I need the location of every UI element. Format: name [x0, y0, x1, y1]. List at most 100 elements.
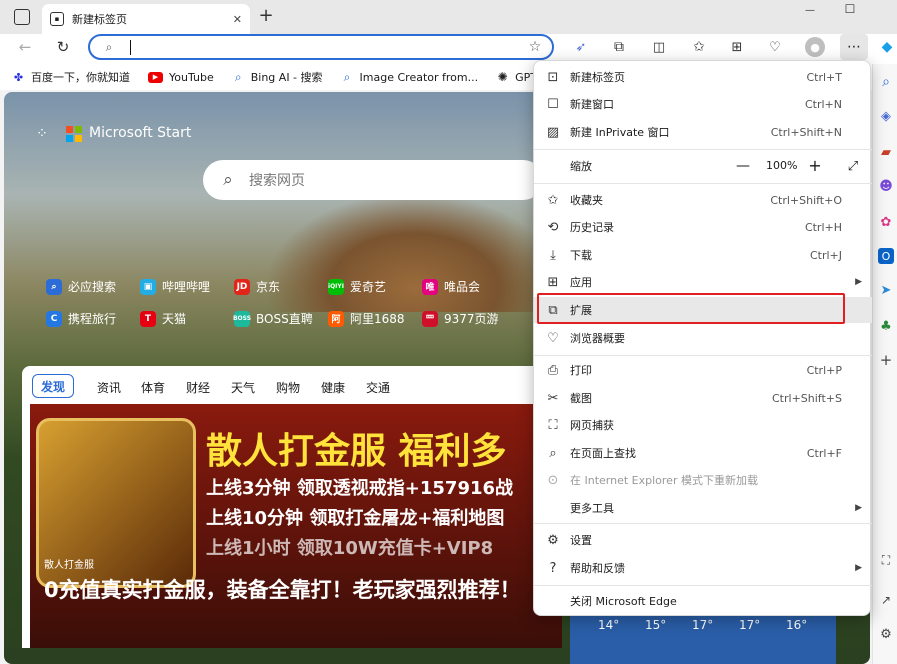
- feed-tab[interactable]: 购物: [276, 379, 300, 396]
- new-tab-button[interactable]: +: [256, 6, 276, 26]
- favorite-star-icon[interactable]: ☆: [526, 38, 544, 56]
- app-launcher-icon[interactable]: ⁘: [34, 126, 50, 142]
- favorite-item[interactable]: ⌕ Image Creator from...: [341, 70, 478, 84]
- bilibili-icon: ▣: [140, 278, 156, 295]
- menu-divider: [534, 149, 872, 150]
- feed-tab[interactable]: 交通: [366, 379, 390, 396]
- new-window-icon: ☐: [547, 96, 559, 112]
- weather-temp: 16°: [786, 618, 808, 632]
- search-icon[interactable]: ⌕: [878, 74, 894, 90]
- add-icon[interactable]: +: [878, 352, 894, 368]
- menu-item-inprivate[interactable]: ▨ 新建 InPrivate 窗口 Ctrl+Shift+N: [534, 119, 872, 145]
- search-icon: ⌕: [105, 40, 113, 54]
- menu-item-favorites[interactable]: ✩ 收藏夹 Ctrl+Shift+O: [534, 187, 872, 213]
- feed-tab[interactable]: 资讯: [97, 379, 121, 396]
- sidebar-settings-icon[interactable]: ⚙: [878, 626, 894, 642]
- menu-item-settings[interactable]: ⚙ 设置: [534, 527, 872, 553]
- quicklink-tmall[interactable]: T 天猫: [140, 310, 186, 327]
- zoom-out-button[interactable]: —: [734, 157, 752, 175]
- menu-item-new-window[interactable]: ☐ 新建窗口 Ctrl+N: [534, 91, 872, 117]
- zoom-in-button[interactable]: +: [806, 157, 824, 175]
- menu-item-find-on-page[interactable]: ⌕ 在页面上查找 Ctrl+F: [534, 440, 872, 466]
- feed-tab[interactable]: 财经: [186, 379, 210, 396]
- quicklink-ctrip[interactable]: C 携程旅行: [46, 310, 116, 327]
- quicklink-9377[interactable]: 罒 9377页游: [422, 310, 499, 327]
- copilot-icon[interactable]: ◆: [878, 38, 896, 56]
- back-arrow-icon[interactable]: ←: [16, 38, 34, 56]
- baidu-icon: ✤: [13, 70, 24, 84]
- menu-item-print[interactable]: ⎙ 打印 Ctrl+P: [534, 357, 872, 383]
- tab-new-tab[interactable]: ▪ 新建标签页 ✕: [42, 4, 250, 34]
- menu-item-apps[interactable]: ⊞ 应用 ▶: [534, 269, 872, 295]
- settings-more-button[interactable]: ⋯: [840, 34, 868, 60]
- game-9377-icon: 罒: [422, 310, 438, 327]
- favorites-icon[interactable]: ✩: [690, 38, 708, 56]
- menu-divider: [534, 183, 872, 184]
- favorite-item[interactable]: ▶ YouTube: [148, 71, 214, 84]
- menu-item-help-feedback[interactable]: ? 帮助和反馈 ▶: [534, 555, 872, 581]
- quicklink-boss[interactable]: BOSS BOSS直聘: [233, 310, 313, 327]
- background-mountain: [264, 192, 564, 312]
- screenshot-sidebar-icon[interactable]: ⛶: [878, 552, 894, 568]
- feed-tab[interactable]: 健康: [321, 379, 345, 396]
- profile-avatar[interactable]: ●: [805, 37, 825, 57]
- quicklink-1688[interactable]: 阿阿里1688: [328, 310, 405, 327]
- search-icon: ⌕: [234, 70, 242, 84]
- brand-name: Microsoft Start: [89, 125, 192, 141]
- heart-pulse-icon: ♡: [547, 330, 559, 346]
- tree-icon[interactable]: ♣: [878, 318, 894, 334]
- feed-tab[interactable]: 天气: [231, 379, 255, 396]
- extension-icon[interactable]: ➶: [572, 38, 590, 56]
- extensions-puzzle-icon[interactable]: ⧉: [610, 38, 628, 56]
- people-icon[interactable]: ☻: [878, 178, 894, 194]
- menu-divider: [534, 585, 872, 586]
- maximize-button[interactable]: ☐: [842, 2, 858, 16]
- refresh-icon[interactable]: ↻: [54, 38, 72, 56]
- browser-essentials-icon[interactable]: ♡: [766, 38, 784, 56]
- settings-menu: ⊡ 新建标签页 Ctrl+T ☐ 新建窗口 Ctrl+N ▨ 新建 InPriv…: [533, 60, 872, 616]
- minimize-button[interactable]: —: [800, 4, 820, 18]
- favorite-item[interactable]: ⌕ Bing AI - 搜索: [232, 69, 323, 85]
- outlook-icon[interactable]: O: [878, 248, 894, 264]
- menu-item-downloads[interactable]: ⤓ 下载 Ctrl+J: [534, 242, 872, 268]
- zoom-level: 100%: [766, 159, 798, 172]
- shopping-tag-icon[interactable]: ◈: [878, 108, 894, 124]
- menu-item-browser-essentials[interactable]: ♡ 浏览器概要: [534, 325, 872, 351]
- tab-title: 新建标签页: [72, 13, 127, 26]
- new-tab-icon: ⊡: [547, 69, 559, 85]
- web-search-box[interactable]: ⌕ 搜索网页: [203, 160, 543, 200]
- feed-tab-discover[interactable]: 发现: [32, 374, 74, 398]
- menu-item-history[interactable]: ⟲ 历史记录 Ctrl+H: [534, 214, 872, 240]
- menu-item-web-capture[interactable]: ⛶ 网页捕获: [534, 412, 872, 438]
- open-external-icon[interactable]: ↗: [878, 592, 894, 608]
- ad-banner[interactable]: 散人打金服 福利多 上线3分钟 领取透视戒指+157916战 上线10分钟 领取…: [30, 404, 562, 648]
- favorite-item[interactable]: ✤ 百度一下，你就知道: [12, 69, 130, 85]
- close-tab-icon[interactable]: ✕: [233, 14, 242, 25]
- quicklink-bilibili[interactable]: ▣ 哔哩哔哩: [140, 278, 210, 295]
- office-icon[interactable]: ✿: [878, 214, 894, 230]
- quicklink-jd[interactable]: JD 京东: [234, 278, 280, 295]
- menu-item-new-tab[interactable]: ⊡ 新建标签页 Ctrl+T: [534, 64, 872, 90]
- quicklink-iqiyi[interactable]: iQIYI 爱奇艺: [328, 278, 386, 295]
- download-icon: ⤓: [550, 247, 556, 263]
- collections-icon[interactable]: ⊞: [728, 38, 746, 56]
- tab-actions-icon[interactable]: [14, 9, 30, 25]
- split-screen-icon[interactable]: ◫: [650, 38, 668, 56]
- search-icon: ⌕: [343, 70, 351, 84]
- menu-item-close-edge[interactable]: 关闭 Microsoft Edge: [534, 588, 872, 614]
- quicklink-vip[interactable]: 唯唯品会: [422, 278, 480, 295]
- ie-mode-icon: ⊙: [547, 472, 559, 488]
- tools-briefcase-icon[interactable]: ▰: [878, 144, 894, 160]
- ad-title: 散人打金服 福利多: [206, 431, 507, 472]
- feed-tab[interactable]: 体育: [141, 379, 165, 396]
- submenu-arrow-icon: ▶: [855, 503, 862, 513]
- menu-item-screenshot[interactable]: ✂ 截图 Ctrl+Shift+S: [534, 385, 872, 411]
- apps-icon: ⊞: [547, 274, 559, 290]
- quicklink-bing[interactable]: ⌕ 必应搜索: [46, 278, 116, 295]
- send-icon[interactable]: ➤: [878, 282, 894, 298]
- microsoft-logo: [66, 126, 82, 142]
- fullscreen-icon[interactable]: ⤢: [844, 157, 862, 175]
- news-headline[interactable]: 0充值真实打金服，装备全靠打！老玩家强烈推荐！: [44, 576, 544, 604]
- menu-item-more-tools[interactable]: 更多工具 ▶: [534, 495, 872, 521]
- address-bar[interactable]: ⌕ ☆: [88, 34, 554, 60]
